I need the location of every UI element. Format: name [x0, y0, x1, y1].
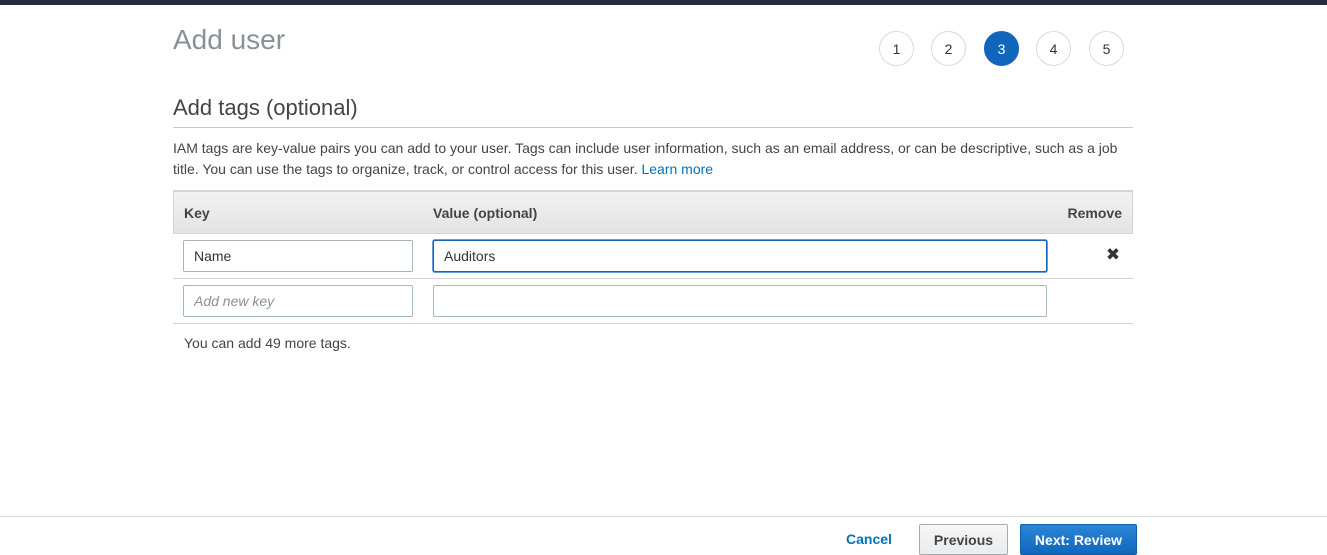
tag-row-new	[173, 279, 1133, 324]
top-bar	[0, 0, 1327, 5]
tags-remaining-text: You can add 49 more tags.	[184, 335, 351, 351]
step-4[interactable]: 4	[1036, 31, 1071, 66]
step-3[interactable]: 3	[984, 31, 1019, 66]
header-remove: Remove	[1067, 205, 1122, 221]
step-5[interactable]: 5	[1089, 31, 1124, 66]
section-divider	[173, 127, 1133, 128]
cancel-button[interactable]: Cancel	[846, 531, 892, 547]
section-title: Add tags (optional)	[173, 95, 358, 120]
close-icon[interactable]: ✖	[1105, 245, 1121, 265]
header-key: Key	[184, 205, 210, 221]
footer-divider	[0, 516, 1327, 517]
section-description: IAM tags are key-value pairs you can add…	[173, 138, 1133, 180]
new-value-input[interactable]	[433, 285, 1047, 317]
tag-key-input[interactable]	[183, 240, 413, 272]
header-value: Value (optional)	[433, 205, 538, 221]
tags-table-header: Key Value (optional) Remove	[173, 191, 1133, 234]
previous-button[interactable]: Previous	[919, 524, 1008, 555]
step-2[interactable]: 2	[931, 31, 966, 66]
next-review-button[interactable]: Next: Review	[1020, 524, 1137, 555]
tags-table: Key Value (optional) Remove ✖	[173, 190, 1133, 324]
page-title: Add user	[173, 24, 286, 55]
new-key-input[interactable]	[183, 285, 413, 317]
tag-row: ✖	[173, 234, 1133, 279]
learn-more-link[interactable]: Learn more	[641, 161, 713, 177]
step-1[interactable]: 1	[879, 31, 914, 66]
tag-value-input[interactable]	[433, 240, 1047, 272]
